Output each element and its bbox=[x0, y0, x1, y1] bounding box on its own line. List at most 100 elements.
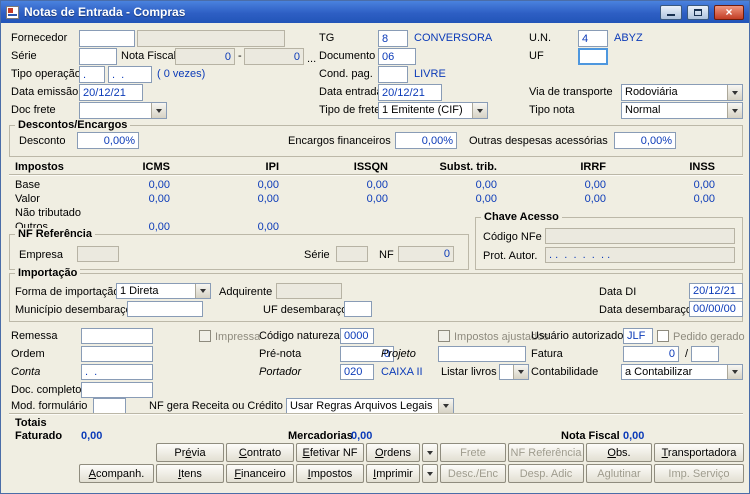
transportadora-button[interactable]: Transportadora bbox=[654, 443, 744, 462]
maximize-button[interactable] bbox=[687, 4, 709, 20]
cond-pag-input[interactable] bbox=[378, 66, 408, 83]
documento-input[interactable] bbox=[378, 48, 416, 65]
codigo-nfe-label: Código NFe bbox=[483, 231, 542, 243]
empresa-label: Empresa bbox=[19, 249, 64, 261]
dropdown-arrow-icon bbox=[427, 450, 433, 455]
data-entrada-input[interactable] bbox=[378, 84, 442, 101]
minimize-button[interactable] bbox=[660, 4, 682, 20]
projeto-input[interactable] bbox=[438, 346, 526, 362]
impostos-column-header: IPI bbox=[265, 161, 279, 173]
forma-importacao-select[interactable]: 1 Direta bbox=[116, 283, 211, 299]
desconto-input[interactable] bbox=[77, 132, 139, 149]
nf-ref-nf-label: NF bbox=[379, 249, 394, 261]
efetivar-nf-button[interactable]: Efetivar NF bbox=[296, 443, 364, 462]
uf-desembaraco-label: UF desembaraço bbox=[263, 304, 348, 316]
titlebar: Notas de Entrada - Compras × bbox=[1, 1, 749, 23]
pedido-gerado-label: Pedido gerado bbox=[673, 331, 745, 343]
close-icon: × bbox=[725, 5, 733, 19]
nota-fiscal-lookup-button[interactable]: ... bbox=[307, 53, 316, 66]
financeiro-button[interactable]: Financeiro bbox=[226, 464, 294, 483]
outras-despesas-input[interactable] bbox=[614, 132, 676, 149]
imprimir-dropdown-button[interactable] bbox=[422, 464, 438, 483]
nf-gera-label: NF gera Receita ou Crédito bbox=[149, 400, 283, 412]
doc-frete-select[interactable] bbox=[79, 102, 167, 119]
itens-button[interactable]: Itens bbox=[156, 464, 224, 483]
fornecedor-code-input[interactable] bbox=[79, 30, 135, 47]
listar-livros-select[interactable] bbox=[499, 364, 529, 380]
fornecedor-desc-field bbox=[137, 30, 285, 47]
encargos-input[interactable] bbox=[395, 132, 457, 149]
codigo-natureza-input[interactable] bbox=[340, 328, 374, 344]
close-button[interactable]: × bbox=[714, 4, 744, 20]
tipo-operacao-input-1[interactable] bbox=[79, 66, 105, 83]
totais-divider bbox=[9, 413, 743, 415]
dropdown-arrow-icon bbox=[200, 289, 206, 293]
uf-desembaraco-input[interactable] bbox=[344, 301, 372, 317]
prot-autor-field bbox=[545, 247, 735, 263]
conta-label: Conta bbox=[11, 366, 41, 378]
fornecedor-label: Fornecedor bbox=[11, 32, 68, 44]
via-transporte-label: Via de transporte bbox=[529, 86, 613, 98]
mod-formulario-input[interactable] bbox=[93, 398, 126, 414]
data-di-input[interactable] bbox=[689, 283, 743, 299]
tipo-frete-label: Tipo de frete bbox=[319, 104, 381, 116]
listar-livros-label: Listar livros bbox=[441, 366, 497, 378]
forma-importacao-label: Forma de importação bbox=[15, 286, 120, 298]
dropdown-arrow-icon bbox=[732, 90, 738, 95]
tg-input[interactable] bbox=[378, 30, 408, 47]
imprimir-button[interactable]: Imprimir bbox=[366, 464, 420, 483]
pre-nota-label: Pré-nota bbox=[259, 348, 302, 360]
impostos-column-header: IRRF bbox=[580, 161, 606, 173]
contrato-button[interactable]: Contrato bbox=[226, 443, 294, 462]
nf-gera-select[interactable]: Usar Regras Arquivos Legais bbox=[286, 398, 454, 414]
nf-referencia-group-title: NF Referência bbox=[15, 228, 95, 240]
ordens-dropdown-button[interactable] bbox=[422, 443, 438, 462]
uf-input[interactable] bbox=[578, 48, 608, 65]
acompanh-button[interactable]: Acompanh. bbox=[79, 464, 154, 483]
contabilidade-select[interactable]: a Contabilizar bbox=[621, 364, 743, 380]
dropdown-arrow-icon bbox=[732, 108, 738, 113]
fatura-input[interactable] bbox=[623, 346, 679, 362]
previa-button[interactable]: Prévia bbox=[156, 443, 224, 462]
impostos-column-header: ICMS bbox=[142, 161, 171, 173]
prot-autor-label: Prot. Autor. bbox=[483, 250, 538, 262]
portador-input[interactable] bbox=[340, 364, 374, 380]
nota-fiscal-number-2 bbox=[244, 48, 304, 65]
tipo-operacao-input-2[interactable] bbox=[108, 66, 152, 83]
serie-input[interactable] bbox=[79, 48, 117, 65]
ordens-button[interactable]: Ordens bbox=[366, 443, 420, 462]
tipo-nota-select[interactable]: Normal bbox=[621, 102, 743, 119]
outras-despesas-label: Outras despesas acessórias bbox=[469, 135, 608, 147]
obs-button[interactable]: Obs. bbox=[586, 443, 652, 462]
data-desembaraco-input[interactable] bbox=[689, 301, 743, 317]
totais-title: Totais bbox=[15, 417, 47, 429]
nota-fiscal-total-value: 0,00 bbox=[623, 430, 645, 442]
impostos-value-cell: 0,00 bbox=[475, 193, 497, 205]
data-emissao-input[interactable] bbox=[79, 84, 143, 101]
tg-label: TG bbox=[319, 32, 335, 44]
remessa-input[interactable] bbox=[81, 328, 153, 344]
portador-label: Portador bbox=[259, 366, 302, 378]
municipio-desembaraco-input[interactable] bbox=[127, 301, 203, 317]
adquirente-field bbox=[276, 283, 342, 299]
un-input[interactable] bbox=[578, 30, 608, 47]
fatura-parcela-input[interactable] bbox=[691, 346, 719, 362]
impostos-value-cell bbox=[107, 206, 172, 220]
imp-servico-button: Imp. Serviço bbox=[654, 464, 744, 483]
via-transporte-select[interactable]: Rodoviária bbox=[621, 84, 743, 101]
usuario-autorizado-input[interactable] bbox=[623, 328, 653, 344]
frete-button: Frete bbox=[440, 443, 506, 462]
conta-input[interactable] bbox=[81, 364, 153, 380]
impostos-value-cell bbox=[172, 206, 281, 220]
impostos-value-cell: 0,00 bbox=[366, 193, 388, 205]
pedido-gerado-checkbox[interactable] bbox=[657, 330, 669, 342]
impostos-button[interactable]: Impostos bbox=[296, 464, 364, 483]
doc-completo-input[interactable] bbox=[81, 382, 153, 398]
impostos-value-cell: 0,00 bbox=[475, 179, 497, 191]
tipo-frete-select[interactable]: 1 Emitente (CIF) bbox=[378, 102, 488, 119]
impressa-checkbox bbox=[199, 330, 211, 342]
importacao-group-title: Importação bbox=[15, 267, 81, 279]
desp-adic-button: Desp. Adic bbox=[508, 464, 584, 483]
ordem-input[interactable] bbox=[81, 346, 153, 362]
impostos-value-cell: 0,00 bbox=[584, 193, 606, 205]
